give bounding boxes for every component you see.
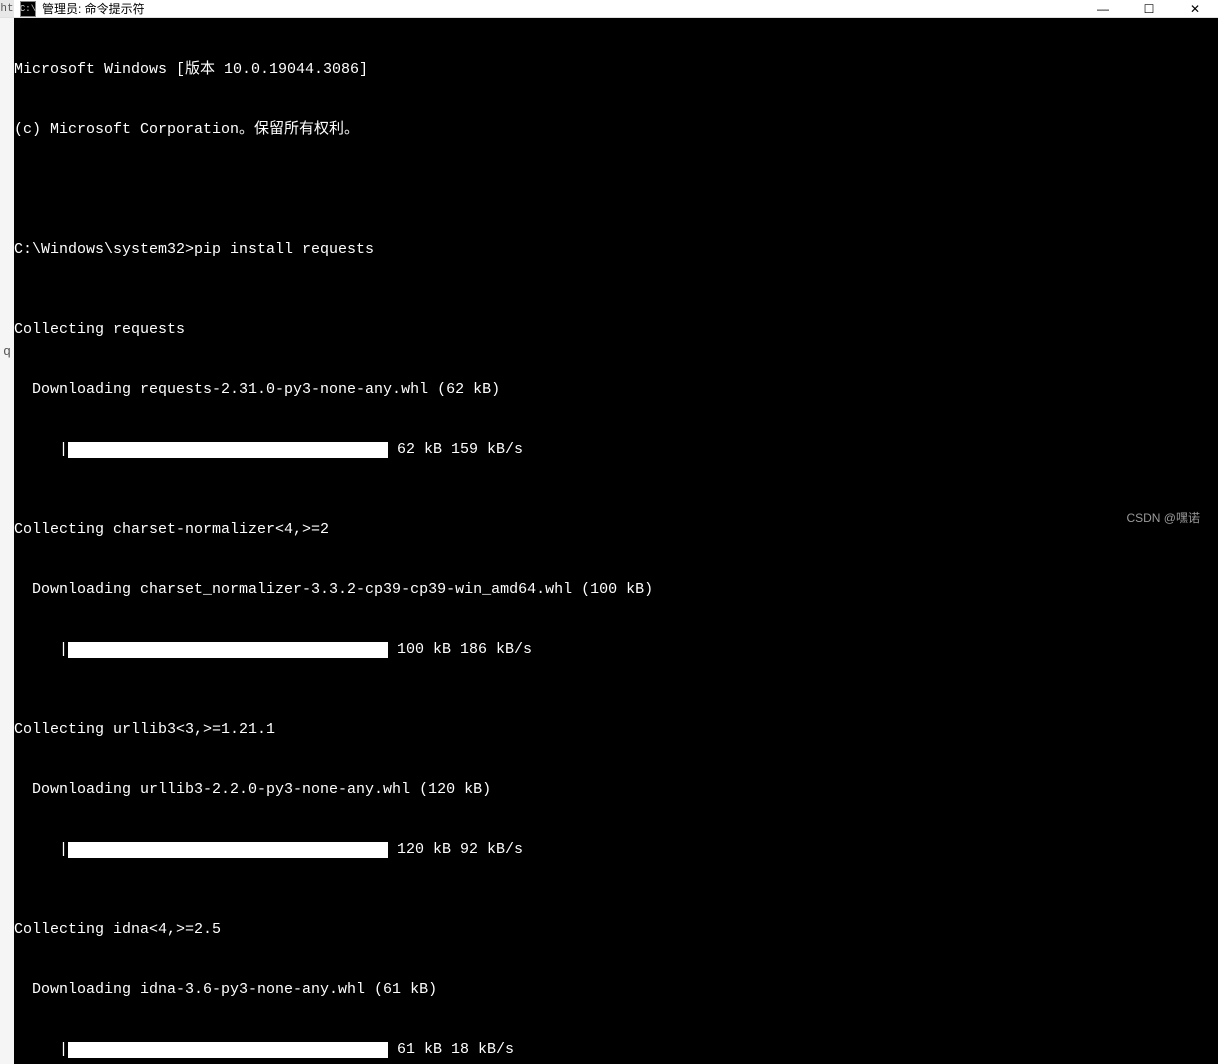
- cmd-window: ht C:\ 管理员: 命令提示符 — ☐ ✕ q Microsoft Wind…: [0, 0, 1218, 532]
- progress-row: | 120 kB 92 kB/s: [14, 840, 1218, 860]
- banner-line: Microsoft Windows [版本 10.0.19044.3086]: [14, 60, 1218, 80]
- prompt-text: C:\Windows\system32>: [14, 241, 194, 258]
- progress-indent: |: [14, 1040, 68, 1060]
- terminal-output[interactable]: Microsoft Windows [版本 10.0.19044.3086] (…: [14, 18, 1218, 1064]
- output-line: Downloading charset_normalizer-3.3.2-cp3…: [14, 580, 1218, 600]
- progress-indent: |: [14, 840, 68, 860]
- titlebar[interactable]: ht C:\ 管理员: 命令提示符 — ☐ ✕: [0, 0, 1218, 18]
- output-line: Downloading idna-3.6-py3-none-any.whl (6…: [14, 980, 1218, 1000]
- progress-bar: [68, 1042, 388, 1058]
- progress-stats: 100 kB 186 kB/s: [388, 640, 532, 660]
- prompt-line: C:\Windows\system32>pip install requests: [14, 240, 1218, 260]
- gutter-mark: q: [0, 342, 14, 362]
- command-text: pip install requests: [194, 241, 374, 258]
- progress-indent: |: [14, 640, 68, 660]
- cmd-icon: C:\: [20, 1, 36, 17]
- output-line: Collecting idna<4,>=2.5: [14, 920, 1218, 940]
- progress-stats: 120 kB 92 kB/s: [388, 840, 523, 860]
- left-edge-strip: ht: [0, 0, 14, 17]
- progress-stats: 62 kB 159 kB/s: [388, 440, 523, 460]
- progress-bar: [68, 442, 388, 458]
- progress-row: | 62 kB 159 kB/s: [14, 440, 1218, 460]
- maximize-button[interactable]: ☐: [1126, 0, 1172, 17]
- left-gutter: q: [0, 18, 14, 1064]
- output-line: Collecting requests: [14, 320, 1218, 340]
- window-controls: — ☐ ✕: [1080, 0, 1218, 17]
- progress-bar: [68, 842, 388, 858]
- output-line: Collecting charset-normalizer<4,>=2: [14, 520, 1218, 540]
- terminal-area: q Microsoft Windows [版本 10.0.19044.3086]…: [0, 18, 1218, 1064]
- progress-stats: 61 kB 18 kB/s: [388, 1040, 514, 1060]
- blank-line: [14, 180, 1218, 200]
- progress-indent: |: [14, 440, 68, 460]
- minimize-button[interactable]: —: [1080, 0, 1126, 17]
- output-line: Collecting urllib3<3,>=1.21.1: [14, 720, 1218, 740]
- window-title: 管理员: 命令提示符: [42, 0, 1080, 17]
- progress-row: | 100 kB 186 kB/s: [14, 640, 1218, 660]
- progress-bar: [68, 642, 388, 658]
- output-line: Downloading requests-2.31.0-py3-none-any…: [14, 380, 1218, 400]
- banner-line: (c) Microsoft Corporation。保留所有权利。: [14, 120, 1218, 140]
- progress-row: | 61 kB 18 kB/s: [14, 1040, 1218, 1060]
- close-button[interactable]: ✕: [1172, 0, 1218, 17]
- output-line: Downloading urllib3-2.2.0-py3-none-any.w…: [14, 780, 1218, 800]
- watermark: CSDN @嘿诺: [1126, 509, 1200, 526]
